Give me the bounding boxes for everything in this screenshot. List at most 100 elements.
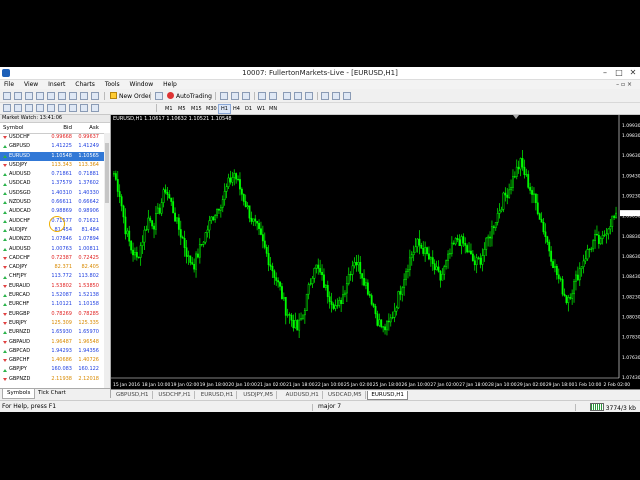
templates-icon[interactable] xyxy=(343,92,351,100)
chart-tab[interactable]: GBPUSD,H1 xyxy=(113,391,153,399)
chart-tab[interactable]: USDCAD,M5 xyxy=(325,391,366,399)
candle xyxy=(130,240,133,254)
line-chart-icon[interactable] xyxy=(242,92,250,100)
menu-insert[interactable]: Insert xyxy=(44,80,69,89)
tile-icon[interactable] xyxy=(80,92,88,100)
col-bid[interactable]: Bid xyxy=(47,123,74,133)
symbol-name: EURJPY xyxy=(9,319,27,326)
channel-icon[interactable] xyxy=(58,104,66,112)
market-watch-scrollbar[interactable] xyxy=(104,133,110,388)
table-row[interactable]: EURUSD 1.10548 1.10565 xyxy=(0,151,104,161)
data-window-icon[interactable] xyxy=(36,92,44,100)
menu-charts[interactable]: Charts xyxy=(71,80,99,89)
mouse-cursor-highlight xyxy=(49,216,65,232)
vertical-line-icon[interactable] xyxy=(25,104,33,112)
tf-m1[interactable]: M1 xyxy=(162,104,176,114)
text-tool-icon[interactable] xyxy=(80,104,88,112)
cursor-icon[interactable] xyxy=(3,104,11,112)
candle xyxy=(344,290,346,298)
candle xyxy=(588,248,591,258)
price-chart[interactable]: 1.09930 1.09830 1.09630 1.09430 1.09230 1.090… xyxy=(111,115,640,389)
candle xyxy=(609,218,612,235)
navigator-icon[interactable] xyxy=(47,92,55,100)
candle xyxy=(529,182,532,195)
chart-tab[interactable]: AUDUSD,H1 xyxy=(283,391,323,399)
zoom-in-icon[interactable] xyxy=(258,92,266,100)
table-row[interactable]: CHFJPY 113.772 113.802 xyxy=(0,272,104,281)
table-row[interactable]: GBPCAD 1.94293 1.94356 xyxy=(0,347,104,356)
metaeditor-icon[interactable] xyxy=(155,92,163,100)
mdi-controls[interactable]: – ▫ × xyxy=(612,80,636,89)
col-ask[interactable]: Ask xyxy=(74,123,101,133)
table-row[interactable]: GBPUSD 1.41225 1.41249 xyxy=(0,142,104,151)
tile-windows-icon[interactable] xyxy=(283,92,291,100)
table-row[interactable]: EURAUD 1.53802 1.53850 xyxy=(0,282,104,291)
time-tick-label: 25 Jan 18:00 xyxy=(373,382,402,388)
tf-h4[interactable]: H4 xyxy=(230,104,243,114)
arrow-down-icon xyxy=(3,284,7,288)
table-row[interactable]: NZDUSD 0.66611 0.66642 xyxy=(0,198,104,207)
scrollbar-thumb[interactable] xyxy=(105,143,109,203)
menu-window[interactable]: Window xyxy=(126,80,158,89)
table-row[interactable]: EURNZD 1.65930 1.65970 xyxy=(0,328,104,337)
profiles-icon[interactable] xyxy=(14,92,22,100)
table-row[interactable]: GBPJPY 160.083 160.122 xyxy=(0,365,104,374)
horizontal-line-icon[interactable] xyxy=(36,104,44,112)
chart-tab[interactable]: EURUSD,H1 xyxy=(367,391,408,400)
chart-tab[interactable]: EURUSD,H1 xyxy=(198,391,238,399)
table-row[interactable]: AUDNZD 1.07846 1.07894 xyxy=(0,235,104,244)
table-row[interactable]: GBPNZD 2.11938 2.12018 xyxy=(0,375,104,384)
table-row[interactable]: USDJPY 113.343 113.364 xyxy=(0,161,104,170)
table-row[interactable]: AUDUSD 1.00763 1.00811 xyxy=(0,245,104,254)
table-row[interactable]: AUDCAD 0.98869 0.98906 xyxy=(0,207,104,216)
trendline-icon[interactable] xyxy=(47,104,55,112)
symbol-name: GBPUSD xyxy=(9,143,31,150)
table-row[interactable]: USDSGD 1.40310 1.40330 xyxy=(0,189,104,198)
close-button[interactable]: ✕ xyxy=(626,67,640,79)
table-row[interactable]: USDCHF 0.99668 0.99637 xyxy=(0,133,104,142)
table-row[interactable]: GBPCHF 1.40686 1.40726 xyxy=(0,356,104,365)
col-symbol[interactable]: Symbol xyxy=(0,123,47,133)
tf-mn[interactable]: MN xyxy=(266,104,280,114)
menu-file[interactable]: File xyxy=(0,80,18,89)
minimize-button[interactable]: – xyxy=(598,67,612,79)
table-row[interactable]: CADJPY 82.371 82.405 xyxy=(0,263,104,272)
table-row[interactable]: EURCHF 1.10121 1.10158 xyxy=(0,300,104,309)
table-row[interactable]: USDCAD 1.37579 1.37602 xyxy=(0,179,104,188)
fibonacci-icon[interactable] xyxy=(69,104,77,112)
table-row[interactable]: EURJPY 125.309 125.335 xyxy=(0,319,104,328)
table-row[interactable]: EURCAD 1.52087 1.52138 xyxy=(0,291,104,300)
chart-shift-marker-icon[interactable] xyxy=(513,115,519,119)
tab-symbols[interactable]: Symbols xyxy=(2,389,36,399)
maximize-button[interactable]: □ xyxy=(612,67,626,79)
autoscroll-icon[interactable] xyxy=(294,92,302,100)
label-tool-icon[interactable] xyxy=(91,104,99,112)
market-watch-icon[interactable] xyxy=(25,92,33,100)
terminal-icon[interactable] xyxy=(58,92,66,100)
candlesticks-icon[interactable] xyxy=(231,92,239,100)
tester-icon[interactable] xyxy=(69,92,77,100)
crosshair-icon[interactable] xyxy=(14,104,22,112)
indicators-icon[interactable] xyxy=(321,92,329,100)
menu-tools[interactable]: Tools xyxy=(101,80,124,89)
chart-shift-icon[interactable] xyxy=(305,92,313,100)
table-row[interactable]: AUDUSD 0.71861 0.71881 xyxy=(0,170,104,179)
new-order-button[interactable]: New Order xyxy=(110,92,151,100)
tf-h1[interactable]: H1 xyxy=(218,104,231,114)
chart-tab[interactable]: USDCHF,H1 xyxy=(155,391,195,399)
table-row[interactable]: EURGBP 0.78269 0.78285 xyxy=(0,310,104,319)
periods-icon[interactable] xyxy=(332,92,340,100)
chart-tab[interactable]: USDJPY,M5 xyxy=(240,391,278,399)
bar-chart-icon[interactable] xyxy=(220,92,228,100)
zoom-icon[interactable] xyxy=(91,92,99,100)
table-row[interactable]: CADCHF 0.72387 0.72425 xyxy=(0,254,104,263)
table-row[interactable]: GBPAUD 1.96487 1.96548 xyxy=(0,338,104,347)
menu-help[interactable]: Help xyxy=(159,80,181,89)
menu-view[interactable]: View xyxy=(20,80,42,89)
new-chart-icon[interactable] xyxy=(3,92,11,100)
auto-trading-button[interactable]: AutoTrading xyxy=(167,92,212,100)
tab-tick-chart[interactable]: Tick Chart xyxy=(34,389,70,398)
tf-m5[interactable]: M5 xyxy=(175,104,189,114)
zoom-out-icon[interactable] xyxy=(269,92,277,100)
candle xyxy=(550,246,553,266)
